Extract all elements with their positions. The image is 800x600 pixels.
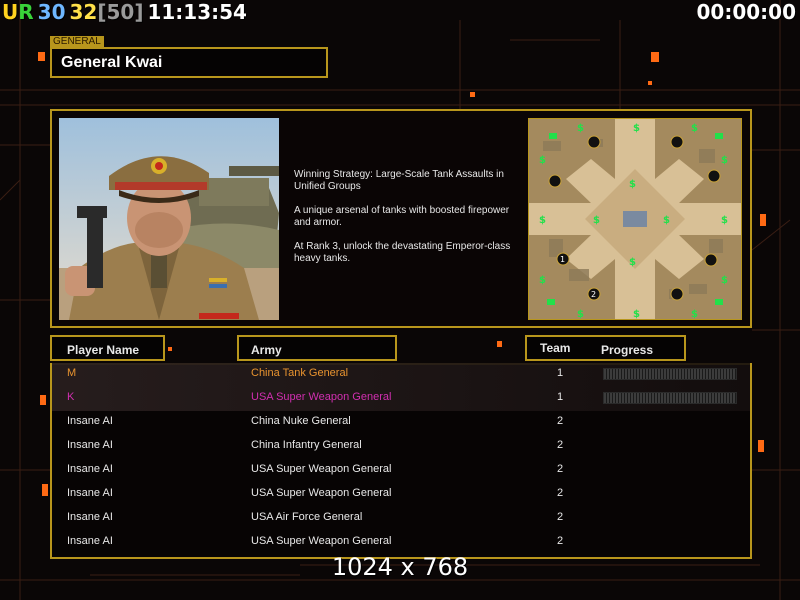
team-number[interactable]: 2 [557, 463, 563, 475]
game-timer: 00:00:00 [696, 0, 797, 24]
team-number[interactable]: 2 [557, 511, 563, 523]
army-name[interactable]: China Infantry General [251, 439, 362, 451]
svg-text:$: $ [721, 215, 728, 226]
team-number[interactable]: 2 [557, 439, 563, 451]
header-team-progress[interactable]: Team Progress [525, 335, 686, 361]
header-player-name[interactable]: Player Name [50, 335, 165, 361]
player-name: Insane AI [67, 487, 113, 499]
svg-text:$: $ [633, 309, 640, 319]
progress-bar [603, 392, 737, 404]
army-name[interactable]: USA Super Weapon General [251, 535, 391, 547]
svg-text:$: $ [577, 123, 584, 134]
player-row[interactable]: Insane AI USA Super Weapon General 2 [52, 531, 750, 555]
fps-readout: UR 30 32[50] 11:13:54 [2, 0, 251, 24]
svg-text:1: 1 [560, 255, 565, 264]
svg-text:2: 2 [591, 290, 596, 299]
clock: 11:13:54 [147, 0, 247, 24]
svg-text:$: $ [633, 123, 640, 134]
general-description: Winning Strategy: Large-Scale Tank Assau… [294, 169, 524, 277]
player-name: Insane AI [67, 511, 113, 523]
svg-text:$: $ [721, 155, 728, 166]
player-row[interactable]: Insane AI China Nuke General 2 [52, 411, 750, 435]
svg-text:$: $ [539, 215, 546, 226]
description-line: Winning Strategy: Large-Scale Tank Assau… [294, 169, 504, 192]
team-number[interactable]: 2 [557, 535, 563, 547]
svg-text:$: $ [691, 123, 698, 134]
resolution-label: 1024 x 768 [331, 553, 469, 581]
general-name-box: General Kwai [50, 47, 328, 78]
army-name[interactable]: USA Air Force General [251, 511, 362, 523]
team-number[interactable]: 1 [557, 367, 563, 379]
svg-text:$: $ [663, 215, 670, 226]
stat-32: 32 [69, 0, 98, 24]
svg-text:$: $ [721, 275, 728, 286]
svg-text:$: $ [577, 309, 584, 319]
stat-50: [50] [97, 0, 144, 24]
player-row[interactable]: Insane AI USA Air Force General 2 [52, 507, 750, 531]
team-number[interactable]: 2 [557, 487, 563, 499]
stat-30: 30 [37, 0, 66, 24]
player-row[interactable]: K USA Super Weapon General 1 [52, 387, 750, 411]
description-line: A unique arsenal of tanks with boosted f… [294, 205, 510, 228]
header-team: Team [540, 341, 571, 355]
map-preview[interactable]: 1 2 $ $ $ $ $ $ $ $ $ $ $ $ $ $ $ $ [528, 118, 742, 320]
player-row[interactable]: Insane AI USA Super Weapon General 2 [52, 483, 750, 507]
svg-text:$: $ [691, 309, 698, 319]
player-name: Insane AI [67, 439, 113, 451]
player-name: K [67, 391, 75, 403]
svg-text:$: $ [629, 179, 636, 190]
army-name[interactable]: China Nuke General [251, 415, 351, 427]
army-name[interactable]: China Tank General [251, 367, 348, 379]
svg-text:$: $ [593, 215, 600, 226]
header-progress: Progress [601, 343, 654, 357]
player-row[interactable]: M China Tank General 1 [52, 363, 750, 387]
player-name: M [67, 367, 77, 379]
general-portrait [59, 118, 279, 320]
player-name: Insane AI [67, 463, 113, 475]
player-row[interactable]: Insane AI China Infantry General 2 [52, 435, 750, 459]
army-name[interactable]: USA Super Weapon General [251, 463, 391, 475]
general-name: General Kwai [61, 54, 163, 71]
svg-text:$: $ [539, 275, 546, 286]
player-name: Insane AI [67, 415, 113, 427]
player-name: Insane AI [67, 535, 113, 547]
team-number[interactable]: 1 [557, 391, 563, 403]
ur-label: UR [2, 0, 34, 24]
svg-text:$: $ [629, 257, 636, 268]
svg-text:$: $ [539, 155, 546, 166]
team-number[interactable]: 2 [557, 415, 563, 427]
army-name[interactable]: USA Super Weapon General [251, 391, 391, 403]
description-line: At Rank 3, unlock the devastating Empero… [294, 241, 511, 264]
army-name[interactable]: USA Super Weapon General [251, 487, 391, 499]
header-army[interactable]: Army [237, 335, 397, 361]
player-row[interactable]: Insane AI USA Super Weapon General 2 [52, 459, 750, 483]
progress-bar [603, 368, 737, 380]
